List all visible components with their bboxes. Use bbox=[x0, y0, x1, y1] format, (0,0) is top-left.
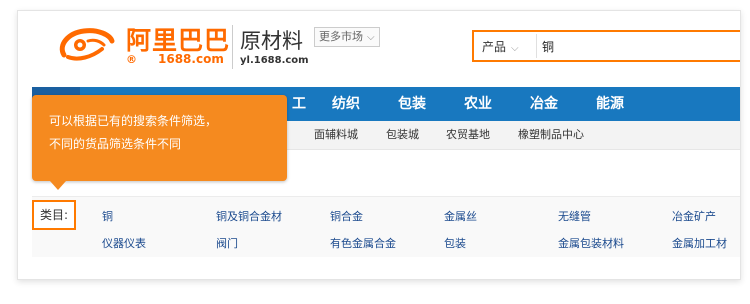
search-input[interactable] bbox=[540, 35, 734, 57]
logo-registered-mark: ® bbox=[126, 53, 137, 66]
category-link[interactable]: 金属加工材 bbox=[672, 235, 727, 251]
category-link[interactable]: 铜 bbox=[102, 208, 113, 224]
tooltip-arrow bbox=[50, 181, 66, 190]
search-category-select[interactable]: 产品 ⌵ bbox=[482, 38, 519, 55]
category-link[interactable]: 铜合金 bbox=[330, 208, 363, 224]
category-label: 类目: bbox=[39, 208, 69, 222]
category-link[interactable]: 包装 bbox=[444, 235, 466, 251]
tooltip-line-2: 不同的货品筛选条件不同 bbox=[49, 137, 182, 151]
category-link[interactable]: 有色金属合金 bbox=[330, 235, 396, 251]
search-bar: 产品 ⌵ bbox=[472, 30, 740, 62]
chevron-down-icon: ⌵ bbox=[367, 32, 375, 43]
category-link[interactable]: 仪器仪表 bbox=[102, 235, 146, 251]
nav-item-agriculture[interactable]: 农业 bbox=[464, 87, 492, 121]
subnav-item-packaging-city[interactable]: 包装城 bbox=[386, 121, 419, 149]
category-link[interactable]: 无缝管 bbox=[558, 208, 591, 224]
search-divider bbox=[536, 34, 537, 58]
subnav-item-fabric[interactable]: 面辅料城 bbox=[314, 121, 358, 149]
more-markets-dropdown[interactable]: 更多市场 ⌵ bbox=[314, 27, 380, 47]
subnav-item-rubber-plastic[interactable]: 橡塑制品中心 bbox=[518, 121, 584, 149]
tooltip-line-1: 可以根据已有的搜索条件筛选， bbox=[49, 114, 218, 128]
chevron-down-icon: ⌵ bbox=[511, 43, 519, 54]
more-markets-label: 更多市场 bbox=[319, 30, 363, 43]
market-domain: yl.1688.com bbox=[240, 55, 309, 66]
nav-item-energy[interactable]: 能源 bbox=[596, 87, 624, 121]
subnav-item-agri-base[interactable]: 农贸基地 bbox=[446, 121, 490, 149]
category-link[interactable]: 铜及铜合金材 bbox=[216, 208, 282, 224]
nav-item-partial[interactable]: 工 bbox=[292, 87, 306, 121]
nav-item-packaging[interactable]: 包装 bbox=[398, 87, 426, 121]
category-label-highlight: 类目: bbox=[32, 200, 76, 230]
category-link[interactable]: 金属丝 bbox=[444, 208, 477, 224]
nav-item-metallurgy[interactable]: 冶金 bbox=[530, 87, 558, 121]
nav-item-textile[interactable]: 纺织 bbox=[332, 87, 360, 121]
category-link[interactable]: 冶金矿产 bbox=[672, 208, 716, 224]
category-link[interactable]: 金属包装材料 bbox=[558, 235, 624, 251]
hint-tooltip: 可以根据已有的搜索条件筛选， 不同的货品筛选条件不同 bbox=[32, 95, 287, 181]
logo-domain[interactable]: 1688.com bbox=[158, 52, 224, 66]
category-link[interactable]: 阀门 bbox=[216, 235, 238, 251]
search-category-label: 产品 bbox=[482, 40, 507, 54]
market-title[interactable]: 原材料 bbox=[240, 25, 303, 55]
alibaba-logo-icon bbox=[59, 28, 115, 61]
header-divider bbox=[232, 25, 233, 69]
